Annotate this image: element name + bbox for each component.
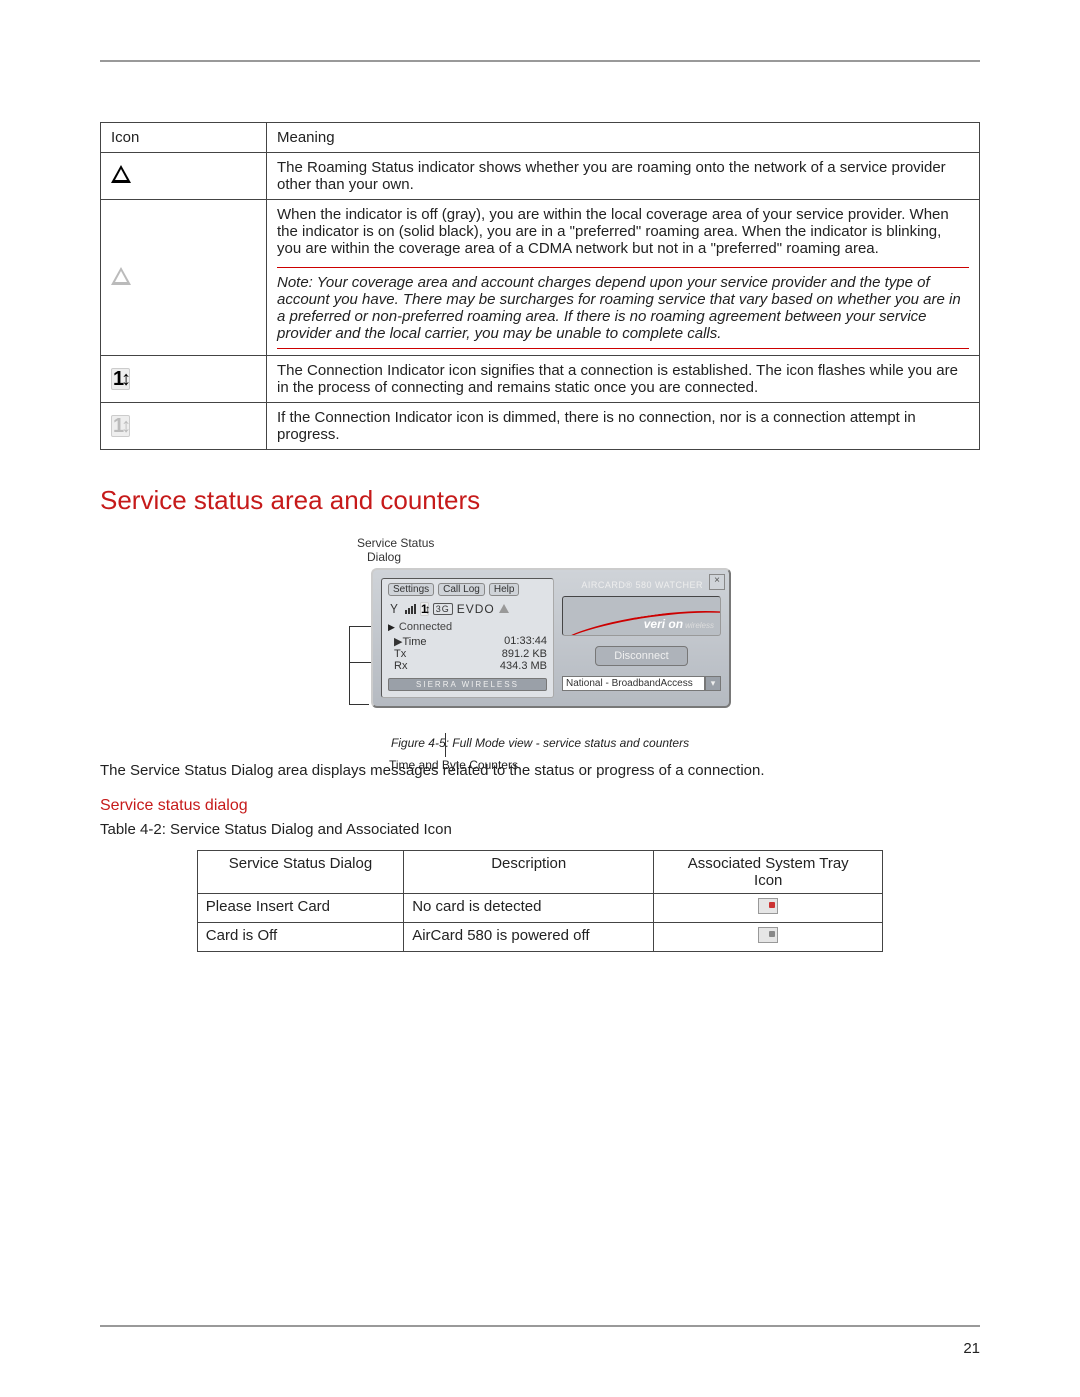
disconnect-button[interactable]: Disconnect xyxy=(595,646,687,666)
meaning-cell: The Connection Indicator icon signifies … xyxy=(267,356,980,403)
body-text: The Service Status Dialog area displays … xyxy=(100,762,980,779)
service-status-dialog-table: Service Status Dialog Description Associ… xyxy=(197,850,883,952)
national-row: National - BroadbandAccess ▾ xyxy=(562,676,721,691)
meaning-cell: When the indicator is off (gray), you ar… xyxy=(267,200,980,356)
time-value: 01:33:44 xyxy=(472,635,547,648)
figure-leader-box: Time and Byte Counters × Settings Call L… xyxy=(349,568,731,708)
roaming-triangle-solid-icon xyxy=(111,165,131,183)
tx-label: Tx xyxy=(394,648,454,660)
antenna-icon: Ｙ xyxy=(388,600,401,617)
help-button[interactable]: Help xyxy=(489,583,520,596)
tx-value: 891.2 KB xyxy=(472,648,547,660)
watcher-button-row: Settings Call Log Help xyxy=(388,583,547,596)
meaning-note: Note: Your coverage area and account cha… xyxy=(277,267,969,349)
leader-line xyxy=(349,626,350,704)
tray-no-card-icon xyxy=(758,898,778,914)
col-header-icon: Icon xyxy=(101,123,267,153)
table-row: Card is Off AirCard 580 is powered off xyxy=(197,923,882,952)
figure-top-label-2: Dialog xyxy=(367,550,731,564)
verizon-logo: veri onwireless xyxy=(562,596,721,636)
section-heading: Service status area and counters xyxy=(100,485,980,516)
table-row: The Roaming Status indicator shows wheth… xyxy=(101,153,980,200)
page: Icon Meaning The Roaming Status indicato… xyxy=(0,0,1080,1397)
icon-meaning-table: Icon Meaning The Roaming Status indicato… xyxy=(100,122,980,450)
table-label: Table 4-2: Service Status Dialog and Ass… xyxy=(100,821,980,838)
page-number: 21 xyxy=(963,1340,980,1357)
watcher-window: × Settings Call Log Help Ｙ 1↕ 3G EVDO xyxy=(371,568,731,708)
desc-cell: AirCard 580 is powered off xyxy=(404,923,654,952)
dialog-cell: Card is Off xyxy=(197,923,403,952)
table-row: 1↕ If the Connection Indicator icon is d… xyxy=(101,403,980,450)
evdo-label: EVDO xyxy=(457,602,495,616)
table-row: Please Insert Card No card is detected xyxy=(197,894,882,923)
watcher-right-pane: AIRCARD® 580 WATCHER veri onwireless Dis… xyxy=(562,578,721,698)
meaning-text: When the indicator is off (gray), you ar… xyxy=(277,206,969,257)
arrow-right-icon: ▶ xyxy=(388,622,395,633)
connection-indicator-icon: 1↕ xyxy=(420,602,429,616)
time-label: ▶Time xyxy=(394,635,454,648)
stats-grid: ▶Time 01:33:44 Tx 891.2 KB Rx 434.3 MB xyxy=(394,635,547,672)
call-log-button[interactable]: Call Log xyxy=(438,583,485,596)
desc-cell: No card is detected xyxy=(404,894,654,923)
bottom-rule xyxy=(100,1325,980,1327)
tray-card-off-icon xyxy=(758,927,778,943)
watcher-title: AIRCARD® 580 WATCHER xyxy=(562,580,721,590)
connected-row: ▶ Connected xyxy=(388,621,547,633)
table-row: When the indicator is off (gray), you ar… xyxy=(101,200,980,356)
settings-button[interactable]: Settings xyxy=(388,583,434,596)
dropdown-icon[interactable]: ▾ xyxy=(705,676,721,691)
signal-bars-icon xyxy=(405,604,416,614)
figure-top-label: Service Status Dialog xyxy=(357,536,731,564)
col-header-meaning: Meaning xyxy=(267,123,980,153)
figure: Service Status Dialog Time and Byte Coun… xyxy=(349,536,731,750)
close-icon[interactable]: × xyxy=(709,574,725,590)
table-row: 1↕ The Connection Indicator icon signifi… xyxy=(101,356,980,403)
leader-line xyxy=(445,733,446,757)
dialog-cell: Please Insert Card xyxy=(197,894,403,923)
meaning-cell: If the Connection Indicator icon is dimm… xyxy=(267,403,980,450)
rx-value: 434.3 MB xyxy=(472,660,547,672)
rx-label: Rx xyxy=(394,660,454,672)
figure-wrap: Service Status Dialog Time and Byte Coun… xyxy=(100,536,980,752)
roaming-triangle-dim-icon xyxy=(499,604,509,613)
figure-caption: Figure 4-5: Full Mode view - service sta… xyxy=(349,736,731,750)
figure-bottom-leader: Time and Byte Counters xyxy=(389,758,518,772)
col-header-tray-icon: Associated System Tray Icon xyxy=(654,851,883,894)
status-icons-row: Ｙ 1↕ 3G EVDO xyxy=(388,600,547,617)
sub-heading: Service status dialog xyxy=(100,797,980,815)
figure-top-label-1: Service Status xyxy=(357,536,731,550)
sierra-brand-bar: SIERRA WIRELESS xyxy=(388,678,547,691)
connected-label: Connected xyxy=(399,621,452,633)
watcher-left-pane: Settings Call Log Help Ｙ 1↕ 3G EVDO xyxy=(381,578,554,698)
national-access-field: National - BroadbandAccess xyxy=(562,676,705,691)
leader-line xyxy=(349,662,371,663)
top-rule xyxy=(100,60,980,62)
col-header-description: Description xyxy=(404,851,654,894)
verizon-logo-text: veri onwireless xyxy=(644,617,714,631)
roaming-triangle-dim-icon xyxy=(111,267,131,285)
three-g-badge: 3G xyxy=(433,603,453,615)
meaning-cell: The Roaming Status indicator shows wheth… xyxy=(267,153,980,200)
col-header-dialog: Service Status Dialog xyxy=(197,851,403,894)
connection-indicator-icon: 1↕ xyxy=(111,368,130,390)
leader-line xyxy=(349,704,369,705)
connection-indicator-dim-icon: 1↕ xyxy=(111,415,130,437)
